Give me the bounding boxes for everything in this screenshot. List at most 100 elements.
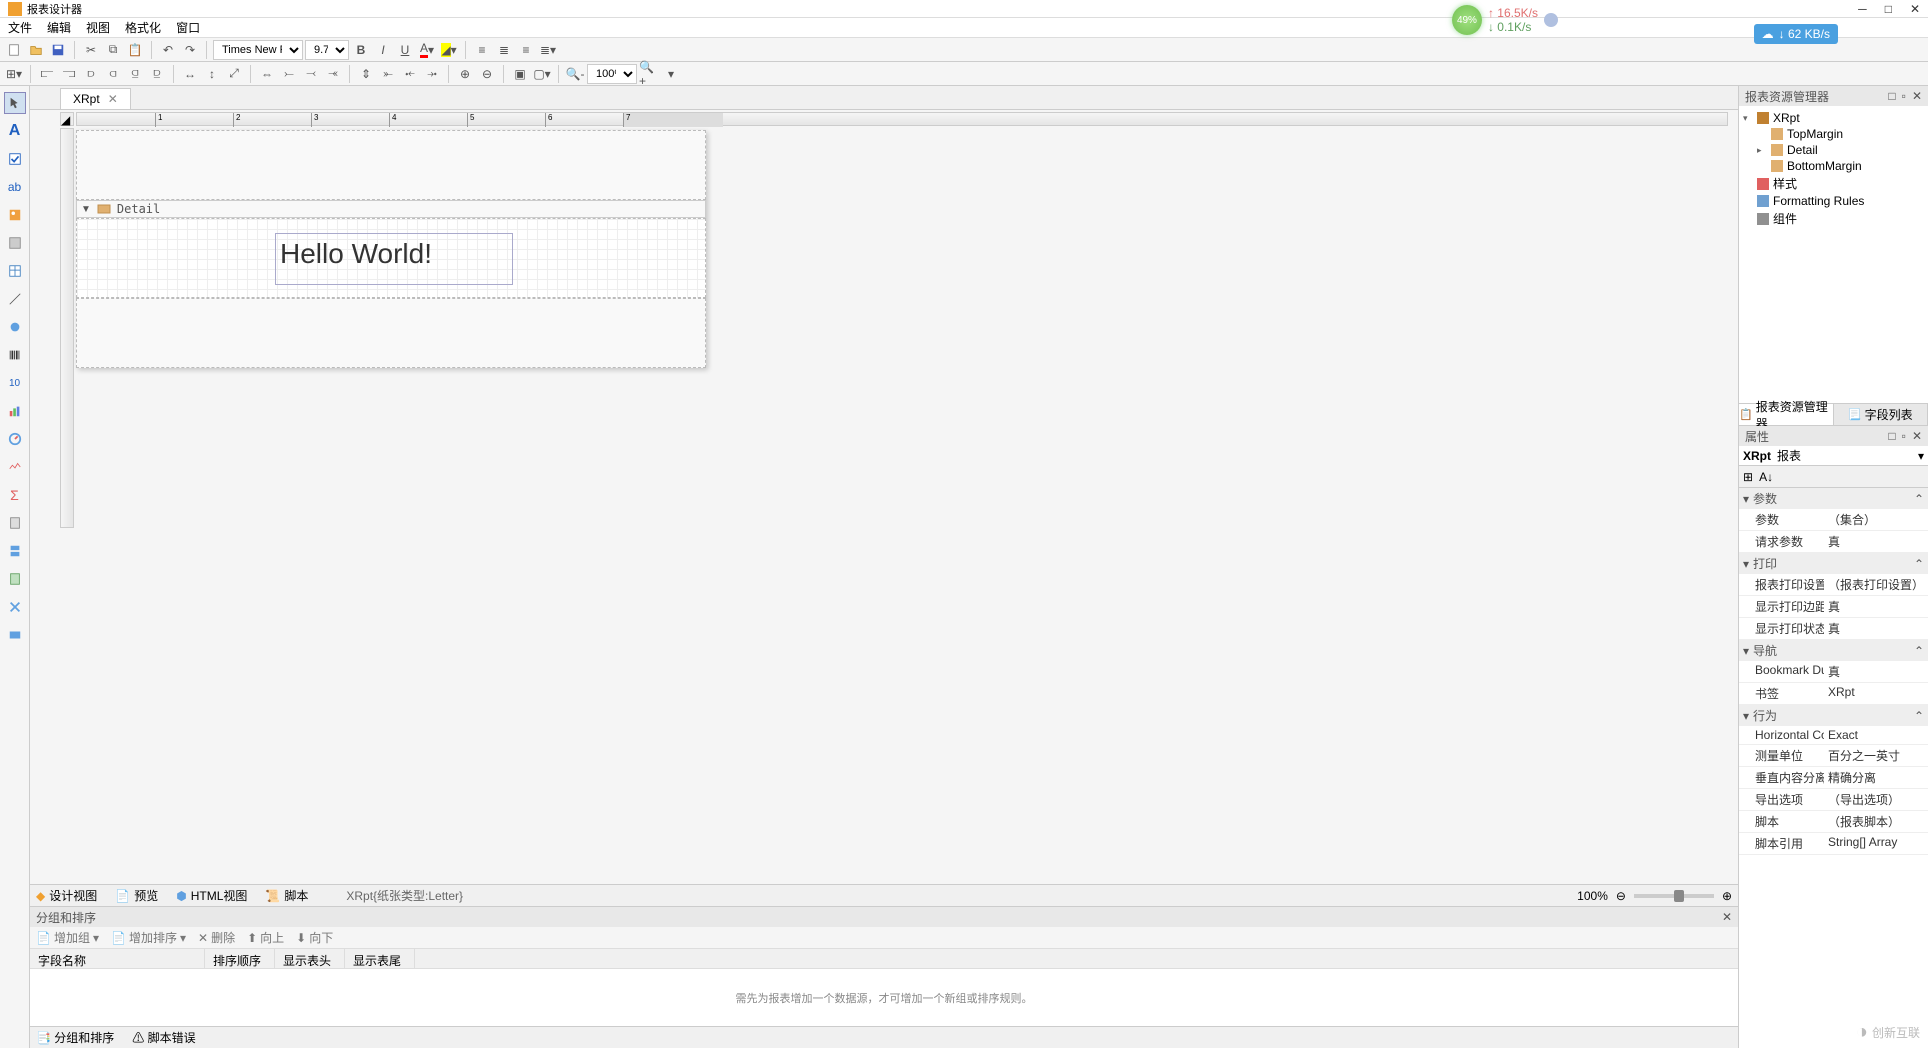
pageinfo-tool[interactable] <box>4 624 26 646</box>
prop-row[interactable]: 报表打印设置（报表打印设置） <box>1739 574 1928 596</box>
dropdown-icon[interactable]: ▾ <box>1918 449 1924 463</box>
prop-row[interactable]: 脚本引用String[] Array <box>1739 833 1928 855</box>
move-down-button[interactable]: ⬇ 向下 <box>296 929 333 946</box>
align-right-edge[interactable]: ⫐ <box>81 64 101 84</box>
hspace-remove[interactable]: ⤛ <box>323 64 343 84</box>
zipcode-tool[interactable]: 10 <box>4 372 26 394</box>
add-sort-button[interactable]: 📄 增加排序▾ <box>111 929 186 946</box>
copy-button[interactable]: ⧉ <box>103 40 123 60</box>
shape-tool[interactable] <box>4 316 26 338</box>
tab-explorer[interactable]: 📋 报表资源管理器 <box>1739 404 1834 425</box>
same-size[interactable]: ⤢ <box>224 64 244 84</box>
bottom-tab-group[interactable]: 📑 分组和排序 <box>36 1029 114 1046</box>
barcode-tool[interactable] <box>4 344 26 366</box>
minimize-button[interactable]: ─ <box>1858 2 1867 16</box>
bold-button[interactable]: B <box>351 40 371 60</box>
label-tool[interactable]: A <box>4 120 26 142</box>
explorer-tree[interactable]: ▾XRptTopMargin▸DetailBottomMargin样式Forma… <box>1739 106 1928 403</box>
prop-row[interactable]: Bookmark Dup真 <box>1739 661 1928 683</box>
panel-close-icon[interactable]: ✕ <box>1912 89 1922 103</box>
bring-front[interactable]: ▣ <box>510 64 530 84</box>
open-button[interactable] <box>26 40 46 60</box>
label-hello[interactable]: Hello World! <box>275 233 513 285</box>
chart-tool[interactable] <box>4 400 26 422</box>
props-selection[interactable]: XRpt报表 ▾ <box>1739 446 1928 466</box>
panel-pin-icon[interactable]: □ <box>1888 89 1895 103</box>
prop-row[interactable]: 显示打印状态真 <box>1739 618 1928 640</box>
prop-row[interactable]: 垂直内容分离精确分离 <box>1739 767 1928 789</box>
categorize-button[interactable]: ⊞ <box>1743 470 1753 484</box>
hspace-equal[interactable]: ⇔ <box>257 64 277 84</box>
prop-row[interactable]: 脚本（报表脚本） <box>1739 811 1928 833</box>
tree-node[interactable]: ▸Detail <box>1743 142 1924 158</box>
tab-fields[interactable]: 📃 字段列表 <box>1834 404 1928 425</box>
html-view-tab[interactable]: ⬢HTML视图 <box>176 887 247 904</box>
zoom-in-icon[interactable]: ⊕ <box>1722 889 1732 903</box>
richtext-tool[interactable]: ab <box>4 176 26 198</box>
subreport-tool[interactable] <box>4 512 26 534</box>
center-v[interactable]: ⊖ <box>477 64 497 84</box>
detail-band-header[interactable]: ▼ Detail <box>76 200 706 218</box>
sparkline-tool[interactable] <box>4 456 26 478</box>
designer-view-tab[interactable]: ◆设计视图 <box>36 887 97 904</box>
font-color-button[interactable]: A▾ <box>417 40 437 60</box>
prop-row[interactable]: 测量单位百分之一英寸 <box>1739 745 1928 767</box>
prop-category[interactable]: ▾参数⌃ <box>1739 488 1928 509</box>
crossband-line-tool[interactable] <box>4 568 26 590</box>
align-middle[interactable]: ⫑ <box>125 64 145 84</box>
detail-band[interactable]: Hello World! <box>76 218 706 298</box>
vspace-remove[interactable]: ⤞ <box>422 64 442 84</box>
align-justify-button[interactable]: ≣▾ <box>538 40 558 60</box>
zoom-select[interactable]: 100% <box>587 64 637 84</box>
highlight-button[interactable]: ◢▾ <box>439 40 459 60</box>
menu-file[interactable]: 文件 <box>8 19 32 36</box>
bottom-tab-errors[interactable]: ⚠ 脚本错误 <box>132 1029 195 1046</box>
redo-button[interactable]: ↷ <box>180 40 200 60</box>
top-margin-band[interactable] <box>76 130 706 200</box>
zoom-fit-button[interactable]: ▾ <box>661 64 681 84</box>
align-center-button[interactable]: ≣ <box>494 40 514 60</box>
vspace-inc[interactable]: ⤜ <box>378 64 398 84</box>
menu-view[interactable]: 视图 <box>86 19 110 36</box>
align-left-button[interactable]: ≡ <box>472 40 492 60</box>
cut-button[interactable]: ✂ <box>81 40 101 60</box>
delete-button[interactable]: ✕ 删除 <box>198 929 235 946</box>
prop-row[interactable]: 请求参数真 <box>1739 531 1928 553</box>
prop-row[interactable]: 显示打印边距真 <box>1739 596 1928 618</box>
picturebox-tool[interactable] <box>4 204 26 226</box>
prop-category[interactable]: ▾打印⌃ <box>1739 553 1928 574</box>
font-select[interactable]: Times New Ro... <box>213 40 303 60</box>
vspace-dec[interactable]: ⤝ <box>400 64 420 84</box>
close-button[interactable]: ✕ <box>1910 2 1920 16</box>
panel-tool[interactable] <box>4 232 26 254</box>
maximize-button[interactable]: □ <box>1885 2 1892 16</box>
hspace-dec[interactable]: ⤙ <box>301 64 321 84</box>
menu-format[interactable]: 格式化 <box>125 19 161 36</box>
menu-edit[interactable]: 编辑 <box>47 19 71 36</box>
tab-xrpt[interactable]: XRpt ✕ <box>60 88 131 109</box>
undo-button[interactable]: ↶ <box>158 40 178 60</box>
pagebreak-tool[interactable] <box>4 540 26 562</box>
vspace-equal[interactable]: ⇕ <box>356 64 376 84</box>
add-group-button[interactable]: 📄 增加组▾ <box>36 929 99 946</box>
pivot-tool[interactable]: Σ <box>4 484 26 506</box>
table-tool[interactable] <box>4 260 26 282</box>
line-tool[interactable] <box>4 288 26 310</box>
hspace-inc[interactable]: ⤚ <box>279 64 299 84</box>
snap-grid-button[interactable]: ⊞▾ <box>4 64 24 84</box>
panel-close-icon[interactable]: ✕ <box>1722 910 1732 924</box>
prop-row[interactable]: 书签XRpt <box>1739 683 1928 705</box>
property-grid[interactable]: ▾参数⌃参数（集合）请求参数真▾打印⌃报表打印设置（报表打印设置）显示打印边距真… <box>1739 488 1928 1048</box>
tree-node[interactable]: ▾XRpt <box>1743 110 1924 126</box>
preview-tab[interactable]: 📄预览 <box>115 887 158 904</box>
save-button[interactable] <box>48 40 68 60</box>
same-width[interactable]: ↔ <box>180 64 200 84</box>
italic-button[interactable]: I <box>373 40 393 60</box>
tree-node[interactable]: 组件 <box>1743 209 1924 228</box>
tree-node[interactable]: BottomMargin <box>1743 158 1924 174</box>
bottom-margin-band[interactable] <box>76 298 706 368</box>
gauge-tool[interactable] <box>4 428 26 450</box>
zoom-out-icon[interactable]: ⊖ <box>1616 889 1626 903</box>
align-left-edge[interactable]: ⫍ <box>37 64 57 84</box>
panel-dock-icon[interactable]: ▫ <box>1902 89 1906 103</box>
